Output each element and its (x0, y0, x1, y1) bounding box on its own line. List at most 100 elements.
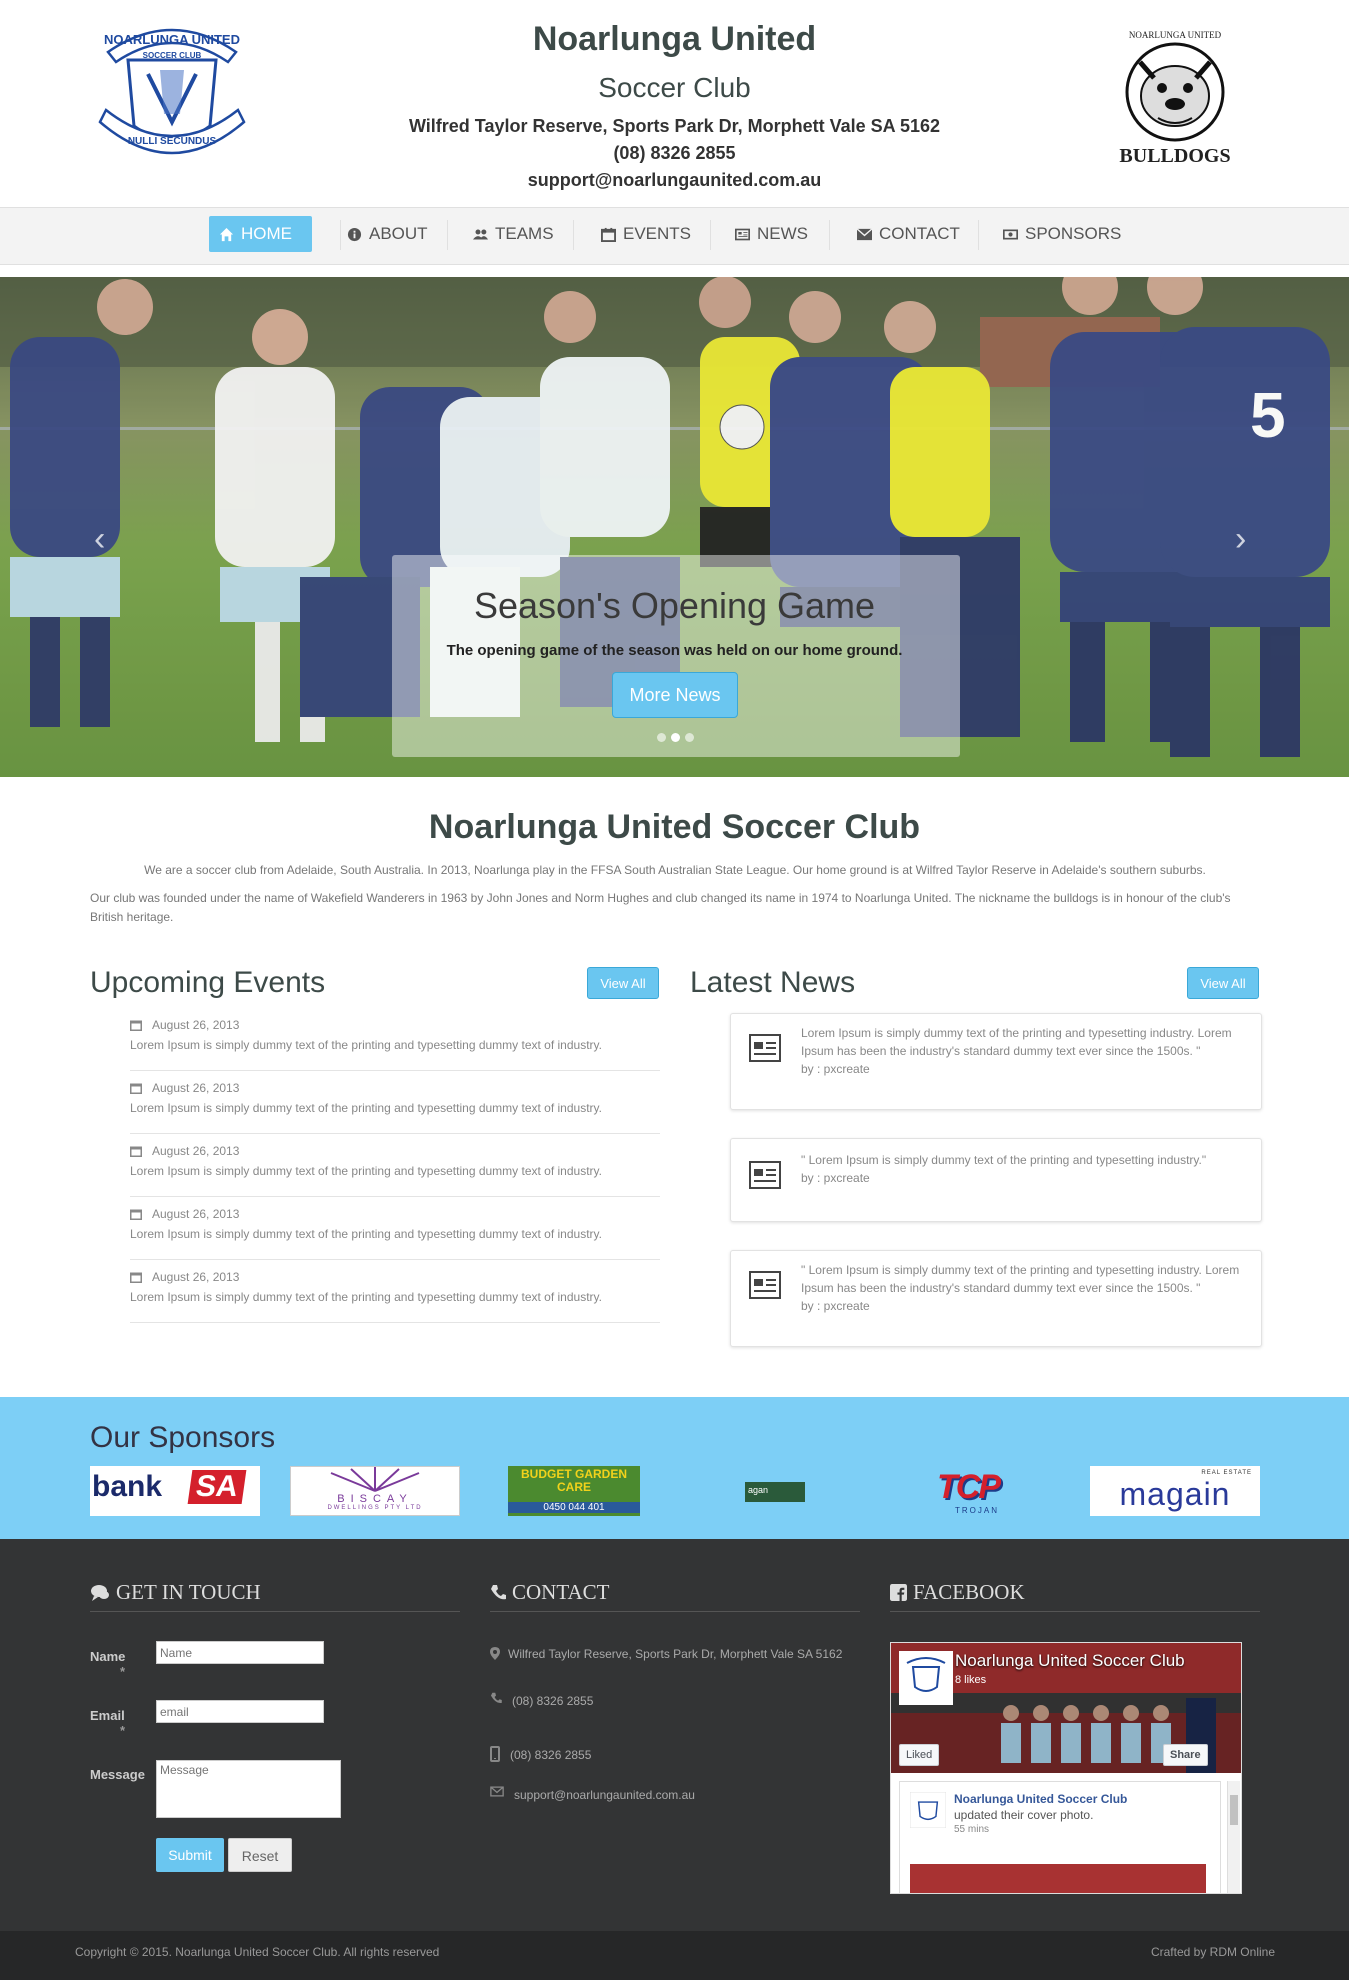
event-date: August 26, 2013 (130, 1018, 239, 1032)
sponsor-logo-budget-garden-care[interactable]: BUDGET GARDEN CARE 0450 044 401 (508, 1466, 640, 1516)
nav-teams[interactable]: TEAMS (463, 216, 564, 252)
newspaper-icon (749, 1034, 781, 1062)
more-news-button[interactable]: More News (612, 672, 738, 718)
sponsor-logo-tcp[interactable]: TCP TROJAN (935, 1466, 1017, 1516)
email-input[interactable] (156, 1700, 324, 1723)
nav-divider (978, 220, 979, 250)
calendar-icon (130, 1083, 142, 1094)
message-label: Message (90, 1767, 145, 1782)
facebook-post-time: 55 mins (954, 1824, 990, 1835)
slider-prev-arrow[interactable]: ‹ (94, 520, 105, 559)
reset-button[interactable]: Reset (228, 1838, 292, 1872)
facebook-scrollbar[interactable] (1227, 1781, 1240, 1893)
event-desc: Lorem Ipsum is simply dummy text of the … (130, 1290, 602, 1304)
event-desc: Lorem Ipsum is simply dummy text of the … (130, 1164, 602, 1178)
comments-icon (91, 1584, 109, 1601)
budget-phone: 0450 044 401 (508, 1502, 640, 1513)
envelope-icon (490, 1786, 504, 1797)
name-label: Name (90, 1649, 126, 1664)
bulldogs-logo: NOARLUNGA UNITED BULLDOGS (1119, 30, 1230, 167)
news-text: " Lorem Ipsum is simply dummy text of th… (801, 1153, 1207, 1167)
nav-contact-label: CONTACT (879, 224, 960, 243)
news-title: Latest News (690, 966, 856, 999)
facebook-page-name[interactable]: Noarlunga United Soccer Club (955, 1651, 1185, 1671)
about-title: Noarlunga United Soccer Club (428, 808, 921, 846)
event-date-text: August 26, 2013 (152, 1144, 240, 1158)
nav-sponsors-label: SPONSORS (1025, 224, 1122, 243)
facebook-post-text: updated their cover photo. (954, 1808, 1094, 1822)
slider-dot[interactable] (657, 733, 666, 742)
sponsor-logo-banksa[interactable]: bank SA (90, 1466, 260, 1516)
facebook-share-button[interactable]: Share (1163, 1744, 1208, 1766)
tcp-sub: TROJAN (955, 1506, 999, 1515)
facebook-page-avatar[interactable] (899, 1651, 953, 1705)
calendar-icon (601, 227, 616, 242)
facebook-post: Noarlunga United Soccer Club updated the… (899, 1781, 1221, 1893)
map-marker-icon (490, 1647, 500, 1660)
contact-address-text: Wilfred Taylor Reserve, Sports Park Dr, … (508, 1647, 843, 1661)
banksa-sa: SA (187, 1470, 247, 1504)
slider-next-arrow[interactable]: › (1235, 520, 1246, 559)
event-item[interactable]: August 26, 2013 Lorem Ipsum is simply du… (130, 1134, 660, 1197)
about-paragraph-2: Our club was founded under the name of W… (90, 891, 1231, 924)
event-date-text: August 26, 2013 (152, 1207, 240, 1221)
nav-about-label: ABOUT (369, 224, 428, 243)
heading-underline (890, 1611, 1260, 1612)
nav-divider (829, 220, 830, 250)
event-date-text: August 26, 2013 (152, 1270, 240, 1284)
facebook-liked-button[interactable]: Liked (899, 1744, 940, 1766)
magain-name: magain (1119, 1476, 1231, 1512)
contact-phone-text: (08) 8326 2855 (512, 1694, 594, 1708)
contact-heading: CONTACT (490, 1580, 609, 1605)
small-sponsor-text: agan (748, 1485, 769, 1495)
sponsor-logo-biscay[interactable]: BISCAY DWELLINGS PTY LTD (290, 1466, 460, 1516)
phone-icon (490, 1692, 502, 1704)
facebook-scrollbar-thumb[interactable] (1230, 1795, 1238, 1825)
nav-about[interactable]: ABOUT (337, 216, 438, 252)
email-label: Email (90, 1708, 125, 1723)
nav-events[interactable]: EVENTS (591, 216, 701, 252)
heading-underline (90, 1611, 460, 1612)
nav-news[interactable]: NEWS (725, 216, 818, 252)
slide-text: The opening game of the season was held … (446, 642, 903, 659)
home-icon (219, 227, 234, 241)
event-item[interactable]: August 26, 2013 Lorem Ipsum is simply du… (130, 1071, 660, 1134)
bulldog-bottom-text: BULLDOGS (1119, 145, 1230, 167)
event-date-text: August 26, 2013 (152, 1081, 240, 1095)
event-item[interactable]: August 26, 2013 Lorem Ipsum is simply du… (130, 1260, 660, 1323)
contact-mobile-text: (08) 8326 2855 (510, 1748, 592, 1762)
news-view-all-button[interactable]: View All (1187, 967, 1259, 999)
required-mark: * (120, 1723, 126, 1738)
facebook-post-author[interactable]: Noarlunga United Soccer Club (954, 1792, 1127, 1806)
event-item[interactable]: August 26, 2013 Lorem Ipsum is simply du… (130, 1008, 660, 1071)
newspaper-icon (735, 228, 750, 240)
news-card[interactable]: " Lorem Ipsum is simply dummy text of th… (730, 1138, 1262, 1222)
get-in-touch-heading: GET IN TOUCH (90, 1580, 261, 1605)
nav-home[interactable]: HOME (209, 216, 312, 252)
facebook-widget[interactable]: Noarlunga United Soccer Club 8 likes Lik… (890, 1642, 1242, 1894)
name-input[interactable] (156, 1641, 324, 1664)
events-view-all-button[interactable]: View All (587, 967, 659, 999)
event-item[interactable]: August 26, 2013 Lorem Ipsum is simply du… (130, 1197, 660, 1260)
slider-dot[interactable] (685, 733, 694, 742)
news-card[interactable]: " Lorem Ipsum is simply dummy text of th… (730, 1250, 1262, 1347)
sponsor-logo-magain[interactable]: REAL ESTATE magain (1090, 1466, 1260, 1516)
sponsor-logo-small[interactable]: agan (745, 1482, 805, 1502)
info-icon (347, 227, 362, 241)
event-desc: Lorem Ipsum is simply dummy text of the … (130, 1038, 602, 1052)
message-textarea[interactable] (156, 1760, 341, 1818)
submit-button[interactable]: Submit (156, 1838, 224, 1872)
slider-dot-active[interactable] (671, 733, 680, 742)
nav-home-label: HOME (241, 224, 292, 243)
slide-title: Season's Opening Game (473, 585, 876, 626)
nav-sponsors[interactable]: SPONSORS (993, 216, 1131, 252)
crafted-by-text[interactable]: Crafted by RDM Online (1151, 1945, 1275, 1959)
calendar-icon (130, 1020, 142, 1031)
facebook-liked-label: Liked (906, 1749, 933, 1761)
news-card[interactable]: Lorem Ipsum is simply dummy text of the … (730, 1013, 1262, 1110)
mobile-phone-icon (490, 1746, 500, 1762)
biscay-sub: DWELLINGS PTY LTD (327, 1505, 423, 1511)
contact-email[interactable]: support@noarlungaunited.com.au (490, 1786, 695, 1804)
contact-phone: (08) 8326 2855 (490, 1692, 593, 1710)
nav-contact[interactable]: CONTACT (847, 216, 970, 252)
